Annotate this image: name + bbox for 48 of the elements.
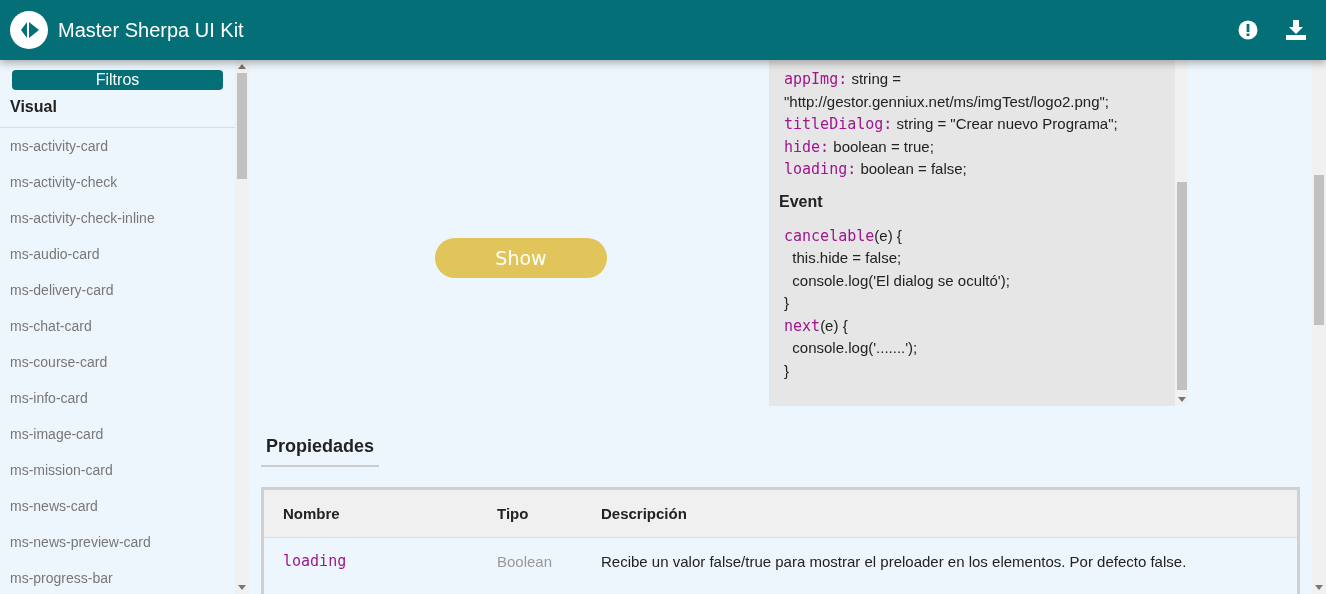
table-cell-text: loading — [283, 552, 348, 570]
scrollbar-thumb[interactable] — [1176, 182, 1187, 390]
sidebar-item[interactable]: ms-mission-card — [0, 452, 235, 488]
sidebar-item[interactable]: ms-delivery-card — [0, 272, 235, 308]
code-scrollbar[interactable] — [1175, 60, 1188, 406]
sidebar-item[interactable]: ms-activity-check — [0, 164, 235, 200]
page-scrollbar[interactable] — [1312, 60, 1326, 594]
code-line: "http://gestor.genniux.net/ms/imgTest/logo2.png"; — [784, 91, 1110, 112]
sidebar-item[interactable]: ms-news-preview-card — [0, 524, 235, 560]
sidebar-item[interactable]: ms-image-card — [0, 416, 235, 452]
code-line: } — [784, 293, 790, 313]
download-icon[interactable] — [1286, 20, 1306, 40]
sidebar-item[interactable]: ms-activity-card — [0, 128, 235, 164]
code-line: hide: boolean = true; — [784, 136, 935, 158]
logo-icon — [10, 11, 48, 49]
sidebar-item[interactable]: ms-info-card — [0, 380, 235, 416]
code-line: loading: boolean = false; — [784, 159, 968, 180]
code-line: console.log('.......'); — [791, 338, 919, 358]
table-cell-text: Boolean — [497, 552, 554, 570]
sidebar-item[interactable]: ms-news-card — [0, 488, 235, 524]
scroll-down-icon[interactable] — [1315, 585, 1323, 590]
event-heading: Event — [779, 192, 824, 211]
scroll-down-icon[interactable] — [1177, 397, 1186, 402]
code-line: titleDialog: string = "Crear nuevo Programa"; — [784, 114, 1119, 135]
alert-icon[interactable] — [1238, 20, 1258, 40]
code-line: this.hide = false; — [791, 248, 903, 268]
filter-button[interactable]: Filtros — [12, 70, 223, 90]
sidebar-item[interactable]: ms-course-card — [0, 344, 235, 380]
column-header: Descripción — [601, 505, 688, 522]
column-header: Tipo — [497, 505, 530, 522]
scrollbar-thumb[interactable] — [1314, 175, 1324, 325]
column-header: Nombre — [283, 505, 341, 522]
code-line: next(e) { — [784, 315, 849, 337]
sidebar-item[interactable]: ms-chat-card — [0, 308, 235, 344]
sidebar-item[interactable]: ms-activity-check-inline — [0, 200, 235, 236]
scroll-down-icon[interactable] — [238, 585, 246, 590]
sidebar-scrollbar[interactable] — [235, 60, 249, 594]
table-cell-text: Recibe un valor false/true para mostrar el preloader en los elementos. Por defecto false. — [601, 552, 1188, 570]
sidebar-item[interactable]: ms-progress-bar — [0, 560, 235, 594]
code-line: } — [784, 360, 790, 381]
code-line: console.log('El dialog se ocultó'); — [791, 270, 1011, 291]
scrollbar-thumb[interactable] — [237, 73, 247, 179]
sidebar-item[interactable]: ms-audio-card — [0, 236, 235, 272]
code-line: cancelable(e) { — [784, 225, 903, 247]
scroll-up-icon[interactable] — [238, 64, 246, 69]
code-line: appImg: string = — [784, 69, 902, 90]
app-title: Master Sherpa UI Kit — [58, 18, 245, 42]
section-title: Propiedades — [261, 430, 380, 467]
